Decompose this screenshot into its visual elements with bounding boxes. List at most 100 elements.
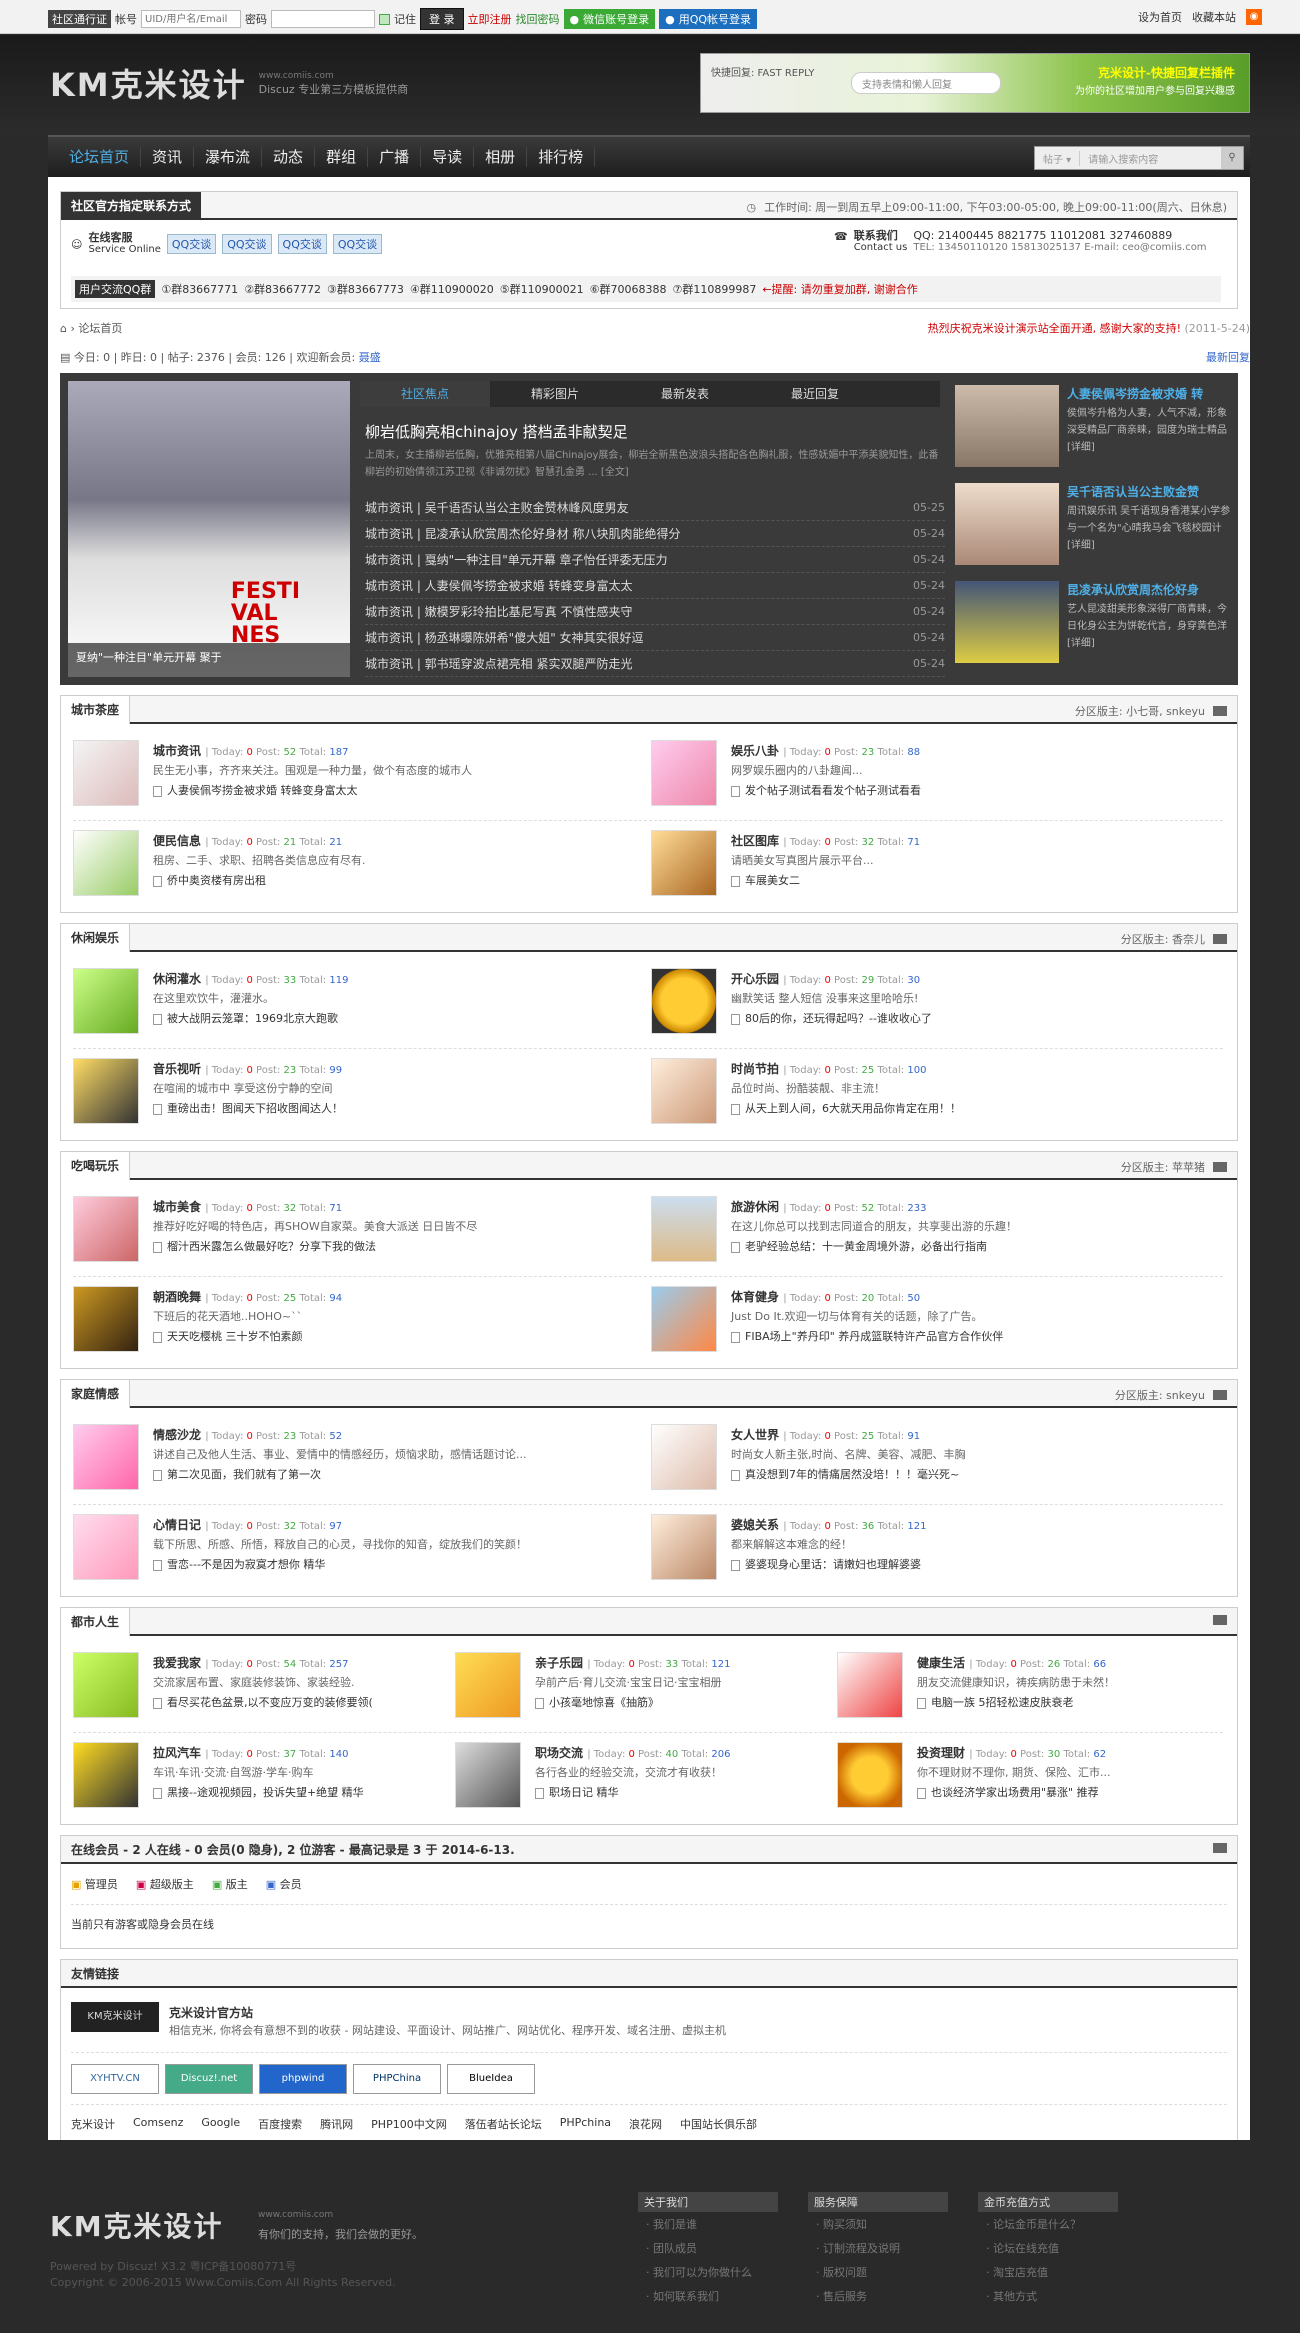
forum-item[interactable]: 城市资讯 | Today: 0 Post: 52 Total: 187 民生无小…	[73, 740, 633, 828]
forum-item[interactable]: 朝酒晚舞 | Today: 0 Post: 25 Total: 94 下班后的花…	[73, 1286, 633, 1374]
forum-item[interactable]: 城市美食 | Today: 0 Post: 32 Total: 71 推荐好吃好…	[73, 1196, 633, 1284]
breadcrumb-home[interactable]: 论坛首页	[78, 322, 122, 335]
collapse-icon[interactable]	[1213, 1390, 1227, 1400]
news-item[interactable]: 城市资讯 | 人妻侯佩岑捞金被求婚 转蜂变身富太太 05-24	[365, 573, 945, 599]
footer-link[interactable]: 订制流程及说明	[808, 2236, 948, 2260]
footer-link[interactable]: 淘宝店充值	[978, 2260, 1118, 2284]
side-feature[interactable]: 吴千语否认当公主败金赞 周讯娱乐讯 吴千语现身香港某小学参与一个名为"心晴我马会…	[955, 483, 1235, 581]
forum-item[interactable]: 娱乐八卦 | Today: 0 Post: 23 Total: 88 网罗娱乐圈…	[651, 740, 1211, 828]
header-banner[interactable]: 快捷回复: FAST REPLY 支持表情和懒人回复 克米设计-快捷回复栏插件 …	[700, 53, 1250, 113]
login-button[interactable]: 登 录	[420, 8, 464, 30]
nav-item-activity[interactable]: 动态	[262, 147, 316, 167]
forum-item[interactable]: 便民信息 | Today: 0 Post: 21 Total: 21 租房、二手…	[73, 830, 633, 918]
qq-group-5[interactable]: ⑤群110900021	[500, 281, 584, 297]
account-input[interactable]	[141, 10, 241, 28]
news-item[interactable]: 城市资讯 | 杨丞琳曝陈妍希"傻大姐" 女神其实很好逗 05-24	[365, 625, 945, 651]
friend-link[interactable]: 百度搜索	[258, 2116, 302, 2132]
forum-item[interactable]: 时尚节拍 | Today: 0 Post: 25 Total: 100 品位时尚…	[651, 1058, 1211, 1146]
qq-group-6[interactable]: ⑥群70068388	[590, 281, 667, 297]
news-item[interactable]: 城市资讯 | 戛纳"一种注目"单元开幕 章子怡任评委无压力 05-24	[365, 547, 945, 573]
collapse-icon[interactable]	[1213, 1843, 1227, 1853]
friend-link[interactable]: 中国站长俱乐部	[680, 2116, 757, 2132]
forum-item[interactable]: 婆媳关系 | Today: 0 Post: 36 Total: 121 都来解解…	[651, 1514, 1211, 1602]
nav-item-album[interactable]: 相册	[474, 147, 528, 167]
friend-logo[interactable]: phpwind	[259, 2064, 347, 2094]
news-item[interactable]: 城市资讯 | 郭书瑶穿波点裙亮相 紧实双腿严防走光 05-24	[365, 651, 945, 677]
forum-item[interactable]: 心情日记 | Today: 0 Post: 32 Total: 97 载下所思、…	[73, 1514, 633, 1602]
news-item[interactable]: 城市资讯 | 嫩模罗彩玲拍比基尼写真 不慎性感夹守 05-24	[365, 599, 945, 625]
footer-link[interactable]: 团队成员	[638, 2236, 778, 2260]
qq-group-4[interactable]: ④群110900020	[410, 281, 494, 297]
tab-focus[interactable]: 社区焦点	[360, 381, 490, 407]
tab-latest-posts[interactable]: 最新发表	[620, 381, 750, 407]
notice[interactable]: 热烈庆祝克米设计演示站全面开通, 感谢大家的支持! (2011-5-24)	[928, 320, 1250, 336]
slide-image[interactable]: FESTI VAL NES 夏纳"一种注目"单元开幕 聚于	[68, 381, 350, 677]
footer-link[interactable]: 我们是谁	[638, 2212, 778, 2236]
set-home-link[interactable]: 设为首页	[1138, 9, 1182, 25]
friend-link[interactable]: 腾讯网	[320, 2116, 353, 2132]
qq-login-button[interactable]: ● 用QQ帐号登录	[659, 9, 758, 29]
nav-item-ranking[interactable]: 排行榜	[527, 147, 596, 167]
qq-group-3[interactable]: ③群83667773	[327, 281, 404, 297]
password-input[interactable]	[271, 10, 375, 28]
friend-link[interactable]: 浪花网	[629, 2116, 662, 2132]
footer-logo[interactable]: KM克米设计	[50, 2205, 224, 2245]
latest-reply-link[interactable]: 最新回复	[1206, 349, 1250, 365]
nav-item-groups[interactable]: 群组	[315, 147, 369, 167]
friend-site-name[interactable]: 克米设计官方站	[169, 2004, 253, 2021]
friend-link[interactable]: PHPchina	[560, 2116, 611, 2132]
footer-link[interactable]: 版权问题	[808, 2260, 948, 2284]
qq-chat-button-3[interactable]: QQ交谈	[277, 234, 327, 254]
forum-item[interactable]: 投资理财 | Today: 0 Post: 30 Total: 62 你不理财财…	[837, 1742, 1227, 1830]
footer-link[interactable]: 售后服务	[808, 2284, 948, 2308]
side-feature[interactable]: 昆凌承认欣赏周杰伦好身 艺人昆凌甜美形象深得厂商青睐，今日化身公主为饼乾代言，身…	[955, 581, 1235, 679]
collapse-icon[interactable]	[1213, 1615, 1227, 1625]
qq-group-1[interactable]: ①群83667771	[161, 281, 238, 297]
collapse-icon[interactable]	[1213, 934, 1227, 944]
search-type-select[interactable]: 帖子 ▾	[1035, 150, 1081, 166]
news-item[interactable]: 城市资讯 | 吴千语否认当公主败金赞林峰风度男友 05-25	[365, 495, 945, 521]
section-title[interactable]: 城市茶座	[61, 696, 131, 724]
friend-link[interactable]: 落伍者站长论坛	[465, 2116, 542, 2132]
section-title[interactable]: 都市人生	[61, 1608, 131, 1636]
friend-logo[interactable]: Discuz!.net	[165, 2064, 253, 2094]
friend-link[interactable]: PHP100中文网	[371, 2116, 447, 2132]
qq-group-7[interactable]: ⑦群110899987	[672, 281, 756, 297]
search-input[interactable]: 请输入搜索内容	[1080, 151, 1221, 166]
forum-item[interactable]: 开心乐园 | Today: 0 Post: 29 Total: 30 幽默笑话 …	[651, 968, 1211, 1056]
forum-item[interactable]: 亲子乐园 | Today: 0 Post: 33 Total: 121 孕前产后…	[455, 1652, 825, 1740]
remember-checkbox[interactable]	[379, 13, 390, 25]
footer-link[interactable]: 如何联系我们	[638, 2284, 778, 2308]
forum-item[interactable]: 健康生活 | Today: 0 Post: 26 Total: 66 朋友交流健…	[837, 1652, 1227, 1740]
forum-item[interactable]: 情感沙龙 | Today: 0 Post: 23 Total: 52 讲述自己及…	[73, 1424, 633, 1512]
friend-link[interactable]: 克米设计	[71, 2116, 115, 2132]
friend-link[interactable]: Comsenz	[133, 2116, 183, 2132]
nav-item-waterfall[interactable]: 瀑布流	[194, 147, 263, 167]
qq-chat-button-1[interactable]: QQ交谈	[166, 234, 217, 254]
friend-logo[interactable]: PHPChina	[353, 2064, 441, 2094]
find-password-link[interactable]: 找回密码	[516, 11, 560, 27]
collapse-icon[interactable]	[1213, 706, 1227, 716]
bookmark-link[interactable]: 收藏本站	[1192, 9, 1236, 25]
news-item[interactable]: 城市资讯 | 昆凌承认欣赏周杰伦好身材 称八块肌肉能绝得分 05-24	[365, 521, 945, 547]
footer-link[interactable]: 论坛金币是什么？	[978, 2212, 1118, 2236]
tab-pictures[interactable]: 精彩图片	[490, 381, 620, 407]
friend-link[interactable]: Google	[201, 2116, 240, 2132]
friend-logo[interactable]: XYHTV.CN	[71, 2064, 159, 2094]
footer-link[interactable]: 购买须知	[808, 2212, 948, 2236]
collapse-icon[interactable]	[1213, 1162, 1227, 1172]
footer-link[interactable]: 我们可以为你做什么	[638, 2260, 778, 2284]
rss-icon[interactable]: ◉	[1246, 9, 1262, 25]
forum-item[interactable]: 女人世界 | Today: 0 Post: 25 Total: 91 时尚女人新…	[651, 1424, 1211, 1512]
nav-item-guide[interactable]: 导读	[421, 147, 475, 167]
side-feature[interactable]: 人妻侯佩岑捞金被求婚 转 侯佩岑升格为人妻，人气不减，形象深受精品厂商亲睐，园度…	[955, 385, 1235, 483]
new-member-link[interactable]: 聂盛	[359, 351, 381, 364]
register-link[interactable]: 立即注册	[468, 11, 512, 27]
qq-chat-button-2[interactable]: QQ交谈	[222, 234, 272, 254]
forum-item[interactable]: 社区图库 | Today: 0 Post: 32 Total: 71 请晒美女写…	[651, 830, 1211, 918]
qq-group-2[interactable]: ②群83667772	[244, 281, 321, 297]
nav-item-forum-home[interactable]: 论坛首页	[58, 147, 142, 167]
section-title[interactable]: 吃喝玩乐	[61, 1152, 131, 1180]
nav-item-broadcast[interactable]: 广播	[368, 147, 422, 167]
tab-latest-replies[interactable]: 最近回复	[750, 381, 880, 407]
